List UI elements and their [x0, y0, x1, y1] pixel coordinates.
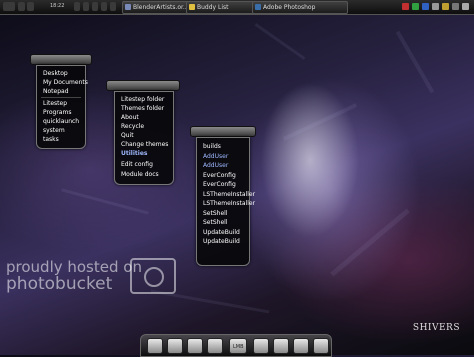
wallpaper-shard	[330, 208, 410, 277]
litestep-submenu: Litestep folder Themes folder About Recy…	[106, 80, 180, 186]
menu-item-updatebuild[interactable]: UpdateBuild	[203, 237, 240, 246]
menu-item-module-docs[interactable]: Module docs	[121, 170, 159, 179]
media-stop-icon[interactable]	[101, 2, 107, 11]
menu-body: Desktop My Documents Notepad Litestep Pr…	[36, 65, 88, 149]
media-volume-icon[interactable]	[110, 2, 116, 11]
wallpaper-shard	[395, 30, 435, 94]
tray-icon[interactable]	[412, 3, 419, 10]
menu-item-litestep-folder[interactable]: Litestep folder	[121, 95, 164, 104]
camera-lens	[144, 267, 164, 287]
dock-app-icon[interactable]	[313, 338, 329, 354]
menu-title-bar	[106, 80, 180, 91]
dock-app-icon[interactable]	[147, 338, 163, 354]
menu-item-utilities[interactable]: Utilities	[121, 149, 147, 158]
menu-item-my-documents[interactable]: My Documents	[43, 78, 88, 87]
menu-item-edit-config[interactable]: Edit config	[121, 160, 153, 169]
wallpaper-shard	[282, 103, 358, 141]
menu-item-setshell[interactable]: SetShell	[203, 218, 228, 227]
theme-name: SHIVERS	[412, 323, 460, 333]
chat-icon	[189, 4, 195, 10]
dock-app-icon[interactable]	[253, 338, 269, 354]
menu-item-notepad[interactable]: Notepad	[43, 87, 69, 96]
menu-item-adduser[interactable]: AddUser	[203, 161, 228, 170]
watermark-line-2: photobucket	[6, 274, 113, 294]
menu-item-quicklaunch[interactable]: quicklaunch	[43, 117, 79, 126]
taskbar: 18:22 BlenderArtists.or... Buddy List Ad…	[0, 0, 474, 15]
task-label: Adobe Photoshop	[263, 4, 316, 11]
tray-icon[interactable]	[452, 3, 459, 10]
clock: 18:22	[50, 3, 65, 9]
tray-icon[interactable]	[442, 3, 449, 10]
tray-icon[interactable]	[432, 3, 439, 10]
menu-item-quit[interactable]: Quit	[121, 131, 134, 140]
menu-item-everconfig[interactable]: EverConfig	[203, 171, 236, 180]
menu-item-litestep[interactable]: Litestep	[43, 99, 67, 108]
start-button[interactable]	[3, 2, 15, 11]
menu-item-recycle[interactable]: Recycle	[121, 122, 144, 131]
menu-separator	[41, 97, 81, 98]
dock-app-icon[interactable]	[187, 338, 203, 354]
photoshop-icon	[255, 4, 261, 10]
camera-icon	[130, 258, 176, 294]
menu-item-about[interactable]: About	[121, 113, 139, 122]
dock-lmb-icon[interactable]: LMB	[229, 338, 247, 354]
browser-icon	[125, 4, 131, 10]
menu-item-adduser[interactable]: AddUser	[203, 152, 228, 161]
taskbar-task-browser[interactable]: BlenderArtists.or...	[122, 1, 192, 14]
menu-item-builds[interactable]: builds	[203, 142, 221, 151]
menu-body: builds AddUser AddUser EverConfig EverCo…	[196, 137, 255, 266]
menu-item-themes-folder[interactable]: Themes folder	[121, 104, 164, 113]
media-next-icon[interactable]	[92, 2, 98, 11]
menu-item-everconfig[interactable]: EverConfig	[203, 180, 236, 189]
menu-body: Litestep folder Themes folder About Recy…	[114, 91, 174, 185]
tray-icon[interactable]	[422, 3, 429, 10]
wallpaper-shard	[61, 188, 149, 215]
menu-item-updatebuild[interactable]: UpdateBuild	[203, 228, 240, 237]
menu-title-bar	[30, 54, 92, 65]
main-popup-menu: Desktop My Documents Notepad Litestep Pr…	[30, 54, 92, 150]
task-label: Buddy List	[197, 4, 229, 11]
quicklaunch-icon[interactable]	[18, 2, 25, 11]
media-play-icon[interactable]	[83, 2, 89, 11]
menu-item-lsthemeinstaller[interactable]: LSThemeInstaller	[203, 190, 255, 199]
wallpaper-shard	[254, 23, 306, 60]
menu-item-system[interactable]: system	[43, 126, 65, 135]
menu-item-programs[interactable]: Programs	[43, 108, 71, 117]
menu-item-change-themes[interactable]: Change themes	[121, 140, 168, 149]
media-prev-icon[interactable]	[74, 2, 80, 11]
taskbar-task-buddy-list[interactable]: Buddy List	[186, 1, 258, 14]
menu-item-setshell[interactable]: SetShell	[203, 209, 228, 218]
stats-widget	[366, 330, 408, 336]
tray-icon[interactable]	[462, 3, 469, 10]
menu-item-desktop[interactable]: Desktop	[43, 69, 68, 78]
dock-app-icon[interactable]	[293, 338, 309, 354]
taskbar-task-photoshop[interactable]: Adobe Photoshop	[252, 1, 348, 14]
menu-item-tasks[interactable]: tasks	[43, 135, 59, 144]
dock-app-icon[interactable]	[167, 338, 183, 354]
dock: LMB	[140, 334, 332, 357]
tray-icon[interactable]	[402, 3, 409, 10]
menu-title-bar	[190, 126, 256, 137]
dock-app-icon[interactable]	[273, 338, 289, 354]
quicklaunch-icon[interactable]	[27, 2, 34, 11]
menu-item-lsthemeinstaller[interactable]: LSThemeInstaller	[203, 199, 255, 208]
dock-app-icon[interactable]	[207, 338, 223, 354]
dock-lmb-label: LMB	[233, 344, 244, 350]
task-label: BlenderArtists.or...	[133, 4, 189, 11]
utilities-submenu: builds AddUser AddUser EverConfig EverCo…	[190, 126, 256, 266]
